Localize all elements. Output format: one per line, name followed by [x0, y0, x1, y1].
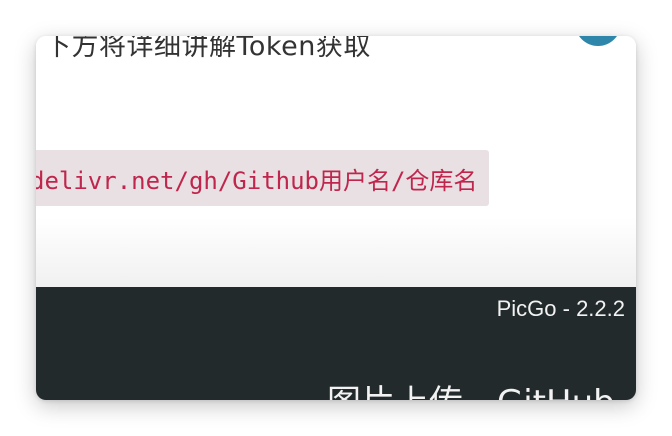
- app-version-label: PicGo - 2.2.2: [496, 296, 625, 321]
- content-fade: [36, 217, 636, 287]
- document-content: 下方将详细讲解Token获取 delivr.net/gh/Github用户名/仓…: [36, 36, 636, 287]
- code-snippet-text: delivr.net/gh/Github用户名/仓库名: [36, 166, 478, 195]
- app-window: 下方将详细讲解Token获取 delivr.net/gh/Github用户名/仓…: [36, 36, 636, 400]
- heading-fragment: 下方将详细讲解Token获取: [44, 36, 371, 62]
- avatar-circle-icon[interactable]: [575, 36, 621, 46]
- screen: 下方将详细讲解Token获取 delivr.net/gh/Github用户名/仓…: [0, 0, 672, 436]
- picgo-footer-bar: PicGo - 2.2.2 图片上传 - GitHub: [36, 287, 636, 400]
- inline-code: delivr.net/gh/Github用户名/仓库名: [36, 150, 490, 206]
- upload-title: 图片上传 - GitHub: [327, 375, 615, 400]
